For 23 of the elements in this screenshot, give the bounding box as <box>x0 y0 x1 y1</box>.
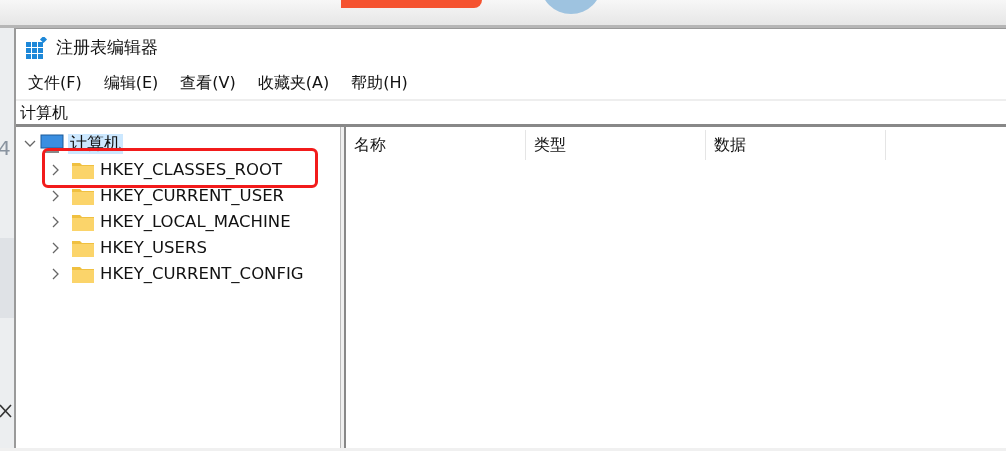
close-icon[interactable] <box>0 404 12 418</box>
tree-item[interactable]: HKEY_CLASSES_ROOT <box>98 160 284 180</box>
column-header[interactable]: 类型 <box>526 130 706 160</box>
folder-icon <box>72 213 94 231</box>
menu-item[interactable]: 文件(F) <box>24 71 94 95</box>
menu-item[interactable]: 收藏夹(A) <box>253 71 342 95</box>
folder-icon <box>72 265 94 283</box>
tree-item[interactable]: HKEY_CURRENT_CONFIG <box>98 264 306 284</box>
address-bar[interactable]: 计算机 <box>20 100 68 125</box>
tree-item[interactable]: HKEY_USERS <box>98 238 209 258</box>
menu-item[interactable]: 帮助(H) <box>347 71 420 95</box>
registry-icon <box>26 37 48 59</box>
folder-icon <box>72 187 94 205</box>
menu-item[interactable]: 编辑(E) <box>99 71 171 95</box>
column-header[interactable]: 名称 <box>346 130 526 160</box>
folder-icon <box>72 239 94 257</box>
folder-icon <box>72 161 94 179</box>
column-header[interactable]: 数据 <box>706 130 886 160</box>
computer-icon <box>40 134 64 154</box>
tree-item[interactable]: HKEY_LOCAL_MACHINE <box>98 212 293 232</box>
menu-item[interactable]: 查看(V) <box>176 71 248 95</box>
tree-item[interactable]: HKEY_CURRENT_USER <box>98 186 287 206</box>
window-title: 注册表编辑器 <box>56 36 158 60</box>
